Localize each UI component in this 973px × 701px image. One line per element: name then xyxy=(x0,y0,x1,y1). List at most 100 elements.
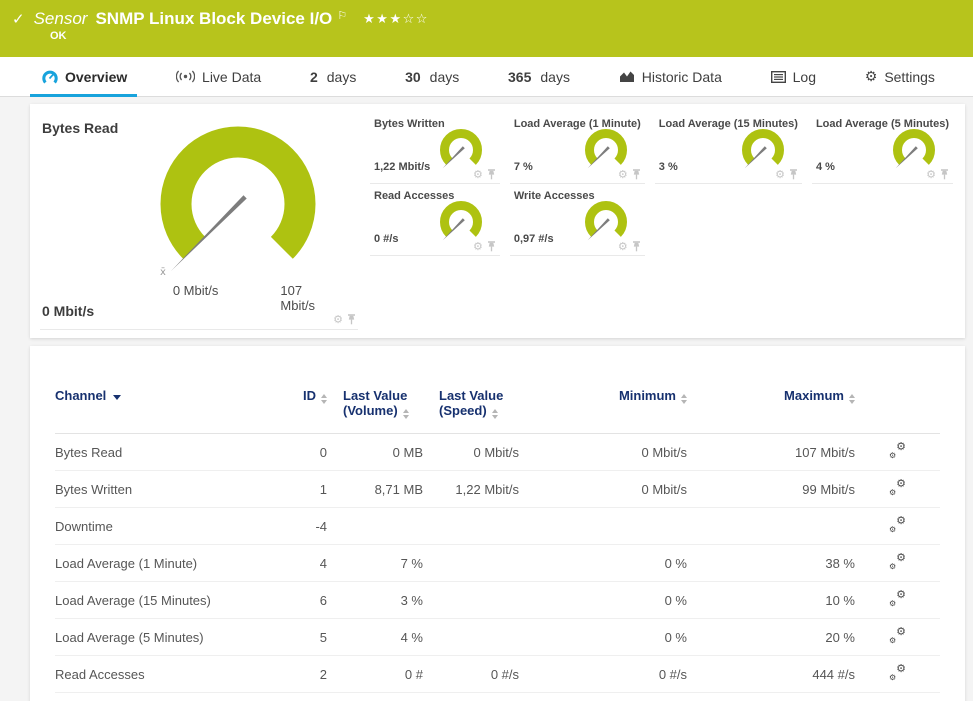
gauge-settings-gear-icon[interactable]: ⚙ xyxy=(618,169,628,180)
edit-channel-gears-icon[interactable]: ⚙⚙ xyxy=(889,554,906,569)
table-row-load-average-5min: Load Average (5 Minutes) 5 4 % 0 % 20 % … xyxy=(55,619,940,656)
last-value-speed: 1,22 Mbit/s xyxy=(423,471,519,508)
sensor-kind-label: Sensor xyxy=(34,9,88,29)
gauge-pin-icon[interactable] xyxy=(632,241,641,252)
gauge-card-write-accesses: Write Accesses 0,97 #/s ⚙ xyxy=(510,184,645,256)
gauge-settings-gear-icon[interactable]: ⚙ xyxy=(473,241,483,252)
gauge-settings-gear-icon[interactable]: ⚙ xyxy=(333,314,343,325)
gauge-scale-min: 0 Mbit/s xyxy=(173,283,219,298)
minimum-value: 0 #/s xyxy=(519,693,687,701)
gauge-current-value: 1,22 Mbit/s xyxy=(374,161,430,173)
column-header-minimum[interactable]: Minimum xyxy=(519,362,687,434)
bytes-read-gauge: x̄ 0 Mbit/s 107 Mbit/s xyxy=(132,126,344,316)
maximum-value: 20 % xyxy=(687,619,855,656)
table-row-bytes-written: Bytes Written 1 8,71 MB 1,22 Mbit/s 0 Mb… xyxy=(55,471,940,508)
last-value-volume: 58 # xyxy=(327,693,423,701)
gauge-current-value: 7 % xyxy=(514,161,533,173)
gauge-pin-icon[interactable] xyxy=(632,169,641,180)
minimum-value: 0 Mbit/s xyxy=(519,471,687,508)
minimum-value: 0 % xyxy=(519,582,687,619)
sort-icon xyxy=(403,409,409,419)
column-header-maximum[interactable]: Maximum xyxy=(687,362,855,434)
last-value-volume: 0 # xyxy=(327,656,423,693)
maximum-value: 38 % xyxy=(687,545,855,582)
maximum-value: 444 #/s xyxy=(687,656,855,693)
column-header-channel[interactable]: Channel xyxy=(55,362,255,434)
gauge-scale-max: 107 Mbit/s xyxy=(280,283,322,313)
tab-overview[interactable]: Overview xyxy=(42,57,127,96)
gauge-card-bytes-written: Bytes Written 1,22 Mbit/s ⚙ xyxy=(370,112,500,184)
page-title: SNMP Linux Block Device I/O xyxy=(95,9,332,29)
tab-2-days[interactable]: 2 days xyxy=(310,57,356,96)
gauge-pin-icon[interactable] xyxy=(487,241,496,252)
gauge-settings-gear-icon[interactable]: ⚙ xyxy=(775,169,785,180)
tab-live-data[interactable]: Live Data xyxy=(176,57,261,96)
column-header-edit xyxy=(855,362,940,434)
gauge-current-value: 4 % xyxy=(816,161,835,173)
tab-historic-data[interactable]: Historic Data xyxy=(619,57,722,96)
gauge-settings-gear-icon[interactable]: ⚙ xyxy=(926,169,936,180)
gauge-pin-icon[interactable] xyxy=(940,169,949,180)
tab-365-days[interactable]: 365 days xyxy=(508,57,570,96)
tab-overview-label: Overview xyxy=(65,69,127,85)
tab-365-days-label: days xyxy=(540,69,570,85)
priority-stars[interactable]: ★★★☆☆ xyxy=(363,12,429,27)
gauge-pin-icon[interactable] xyxy=(347,314,356,325)
sort-icon xyxy=(681,394,687,404)
live-data-icon xyxy=(176,70,195,83)
last-value-volume: 7 % xyxy=(327,545,423,582)
mini-gauge-arc xyxy=(579,124,633,174)
maximum-value xyxy=(687,508,855,545)
maximum-value: 285 #/s xyxy=(687,693,855,701)
tab-365-days-number: 365 xyxy=(508,69,531,85)
column-header-id[interactable]: ID xyxy=(255,362,327,434)
priority-flag-icon[interactable]: ⚐ xyxy=(337,9,347,22)
column-header-last-value-speed[interactable]: Last Value (Speed) xyxy=(423,362,519,434)
edit-channel-gears-icon[interactable]: ⚙⚙ xyxy=(889,591,906,606)
edit-channel-gears-icon[interactable]: ⚙⚙ xyxy=(889,628,906,643)
tab-2-days-label: days xyxy=(327,69,357,85)
last-value-speed: 0 #/s xyxy=(423,656,519,693)
table-header-row: Channel ID Last Value (Volume) Last Valu… xyxy=(55,362,940,434)
channel-id: 2 xyxy=(255,656,327,693)
gauge-settings-gear-icon[interactable]: ⚙ xyxy=(618,241,628,252)
table-row-write-accesses: Write Accesses 3 58 # 0,97 #/s 0 #/s 285… xyxy=(55,693,940,701)
mini-gauge-arc xyxy=(434,196,488,246)
table-row-downtime: Downtime -4 ⚙⚙ xyxy=(55,508,940,545)
edit-channel-gears-icon[interactable]: ⚙⚙ xyxy=(889,443,906,458)
channel-name: Write Accesses xyxy=(55,693,255,701)
minimum-value: 0 Mbit/s xyxy=(519,434,687,471)
channel-id: 0 xyxy=(255,434,327,471)
tab-settings[interactable]: ⚙ Settings xyxy=(865,57,935,96)
table-row-bytes-read: Bytes Read 0 0 MB 0 Mbit/s 0 Mbit/s 107 … xyxy=(55,434,940,471)
last-value-speed: 0,97 #/s xyxy=(423,693,519,701)
gauge-settings-gear-icon[interactable]: ⚙ xyxy=(473,169,483,180)
last-value-volume: 3 % xyxy=(327,582,423,619)
sort-descending-icon xyxy=(113,395,121,400)
edit-channel-gears-icon[interactable]: ⚙⚙ xyxy=(889,665,906,680)
gauge-card-load-average-5min: Load Average (5 Minutes) 4 % ⚙ xyxy=(812,112,953,184)
stars-empty[interactable]: ☆☆ xyxy=(403,12,429,27)
status-badge: OK xyxy=(50,30,67,42)
gauge-pin-icon[interactable] xyxy=(487,169,496,180)
tab-30-days[interactable]: 30 days xyxy=(405,57,459,96)
table-row-read-accesses: Read Accesses 2 0 # 0 #/s 0 #/s 444 #/s … xyxy=(55,656,940,693)
gauge-pin-icon[interactable] xyxy=(789,169,798,180)
overview-gauge-icon xyxy=(42,70,58,84)
maximum-value: 107 Mbit/s xyxy=(687,434,855,471)
last-value-speed xyxy=(423,508,519,545)
gauge-current-value: 0,97 #/s xyxy=(514,233,554,245)
column-header-last-value-volume[interactable]: Last Value (Volume) xyxy=(327,362,423,434)
minimum-value xyxy=(519,508,687,545)
channel-id: 5 xyxy=(255,619,327,656)
edit-channel-gears-icon[interactable]: ⚙⚙ xyxy=(889,480,906,495)
stars-filled[interactable]: ★★★ xyxy=(363,12,402,27)
settings-gear-icon: ⚙ xyxy=(865,69,878,85)
edit-channel-gears-icon[interactable]: ⚙⚙ xyxy=(889,517,906,532)
channel-id: -4 xyxy=(255,508,327,545)
channel-table: Channel ID Last Value (Volume) Last Valu… xyxy=(55,362,940,701)
tab-log-label: Log xyxy=(793,69,816,85)
tab-log[interactable]: Log xyxy=(771,57,816,96)
gauge-current-value: 0 Mbit/s xyxy=(42,303,94,319)
channel-id: 1 xyxy=(255,471,327,508)
